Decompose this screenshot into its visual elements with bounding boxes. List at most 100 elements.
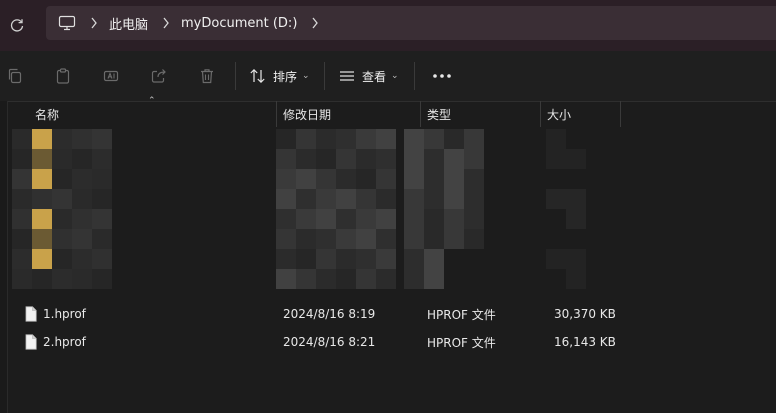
redaction-pixel xyxy=(276,149,296,169)
column-divider[interactable] xyxy=(276,101,277,127)
chevron-right-icon[interactable] xyxy=(311,17,319,29)
column-divider[interactable] xyxy=(620,101,621,127)
paste-icon xyxy=(56,68,70,84)
view-menu-button[interactable]: 查看 ⌄ xyxy=(338,66,399,86)
redaction-pixel xyxy=(296,269,316,289)
redaction-pixel xyxy=(404,269,424,289)
redaction-pixel xyxy=(444,169,464,189)
chevron-right-icon[interactable] xyxy=(162,17,170,29)
redaction-pixel xyxy=(546,149,566,169)
more-options-button[interactable] xyxy=(432,66,452,86)
delete-button[interactable] xyxy=(197,66,217,86)
redaction-pixel xyxy=(12,229,32,249)
redaction-pixel xyxy=(424,249,444,269)
redaction-pixel xyxy=(52,189,72,209)
paste-button[interactable] xyxy=(53,66,73,86)
file-icon xyxy=(25,334,37,350)
redaction-pixel xyxy=(32,209,52,229)
redaction-pixel xyxy=(316,229,336,249)
redaction-pixel xyxy=(276,189,296,209)
sort-label: 排序 xyxy=(273,69,298,84)
redaction-pixel xyxy=(12,189,32,209)
redaction-pixel xyxy=(424,209,444,229)
redaction-pixel xyxy=(336,229,356,249)
column-header-name[interactable]: 名称 xyxy=(35,101,59,127)
redaction-pixel xyxy=(356,169,376,189)
sort-menu-button[interactable]: 排序 ⌄ xyxy=(249,66,310,86)
file-type: HPROF 文件 xyxy=(427,335,496,350)
redaction-pixel xyxy=(336,269,356,289)
column-header-size[interactable]: 大小 xyxy=(547,101,571,127)
redaction-pixel xyxy=(566,189,586,209)
redaction-pixel xyxy=(92,209,112,229)
column-divider[interactable] xyxy=(420,101,421,127)
redaction-pixel xyxy=(404,209,424,229)
redaction-pixel xyxy=(276,209,296,229)
redaction-pixel xyxy=(356,229,376,249)
redaction-pixel xyxy=(464,169,484,189)
copy-icon xyxy=(8,68,22,84)
column-divider[interactable] xyxy=(540,101,541,127)
address-box[interactable]: 此电脑 myDocument (D:) xyxy=(46,6,776,40)
redacted-rows xyxy=(0,127,776,297)
redaction-pixel xyxy=(296,129,316,149)
view-label: 查看 xyxy=(362,69,387,84)
share-button[interactable] xyxy=(149,66,169,86)
file-modified: 2024/8/16 8:21 xyxy=(283,335,376,349)
redaction-pixel xyxy=(444,129,464,149)
file-name: 1.hprof xyxy=(43,307,86,321)
redaction-pixel xyxy=(566,269,586,289)
redaction-pixel xyxy=(424,269,444,289)
redaction-pixel xyxy=(376,189,396,209)
breadcrumb-this-pc[interactable]: 此电脑 xyxy=(109,14,148,33)
copy-button[interactable] xyxy=(5,66,25,86)
sort-ascending-icon: ⌃ xyxy=(148,96,156,106)
redaction-pixel xyxy=(424,169,444,189)
refresh-button[interactable] xyxy=(6,14,28,36)
column-header-modified[interactable]: 修改日期 xyxy=(283,101,331,127)
file-icon xyxy=(25,306,37,322)
redaction-pixel xyxy=(12,269,32,289)
redaction-pixel xyxy=(92,269,112,289)
redaction-pixel xyxy=(566,209,586,229)
file-size: 30,370 KB xyxy=(554,307,616,321)
redaction-pixel xyxy=(72,149,92,169)
redaction-pixel xyxy=(316,269,336,289)
redaction-pixel xyxy=(32,189,52,209)
redaction-pixel xyxy=(32,129,52,149)
file-row[interactable]: 1.hprof 2024/8/16 8:19 HPROF 文件 30,370 K… xyxy=(8,300,776,328)
address-bar-row: 此电脑 myDocument (D:) xyxy=(0,0,776,51)
redaction-pixel xyxy=(276,169,296,189)
redaction-pixel xyxy=(296,149,316,169)
redaction-pixel xyxy=(32,229,52,249)
redaction-pixel xyxy=(404,229,424,249)
redaction-pixel xyxy=(404,189,424,209)
redaction-pixel xyxy=(52,269,72,289)
refresh-icon xyxy=(10,19,24,32)
column-header-type[interactable]: 类型 xyxy=(427,101,451,127)
redaction-pixel xyxy=(72,189,92,209)
rename-button[interactable] xyxy=(101,66,121,86)
redaction-pixel xyxy=(296,169,316,189)
redaction-pixel xyxy=(356,249,376,269)
file-row[interactable]: 2.hprof 2024/8/16 8:21 HPROF 文件 16,143 K… xyxy=(8,328,776,356)
redaction-pixel xyxy=(92,249,112,269)
redaction-pixel xyxy=(546,189,566,209)
chevron-down-icon: ⌄ xyxy=(302,71,310,81)
redaction-pixel xyxy=(444,189,464,209)
file-modified: 2024/8/16 8:19 xyxy=(283,307,376,321)
toolbar-divider xyxy=(235,62,236,90)
redaction-pixel xyxy=(52,169,72,189)
file-name: 2.hprof xyxy=(43,335,86,349)
chevron-right-icon[interactable] xyxy=(90,17,98,29)
redaction-pixel xyxy=(32,169,52,189)
more-icon xyxy=(433,74,451,78)
redaction-pixel xyxy=(92,129,112,149)
this-pc-icon[interactable] xyxy=(58,14,76,32)
redaction-pixel xyxy=(316,149,336,169)
redaction-pixel xyxy=(356,209,376,229)
breadcrumb-drive[interactable]: myDocument (D:) xyxy=(181,16,297,31)
redaction-pixel xyxy=(296,189,316,209)
redaction-pixel xyxy=(464,229,484,249)
redaction-pixel xyxy=(424,129,444,149)
